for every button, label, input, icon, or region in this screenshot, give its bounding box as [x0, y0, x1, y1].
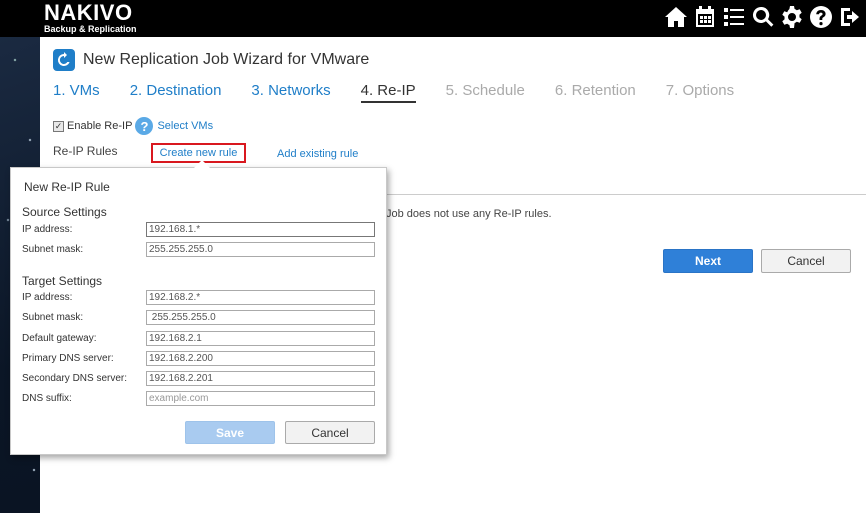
dns-suffix-label: DNS suffix: — [22, 393, 72, 404]
primary-dns-label: Primary DNS server: — [22, 353, 114, 364]
step-vms[interactable]: 1. VMs — [53, 82, 100, 103]
default-gateway-label: Default gateway: — [22, 333, 97, 344]
step-re-ip[interactable]: 4. Re-IP — [360, 82, 416, 103]
top-bar: NAKIVO Backup & Replication — [0, 0, 866, 37]
source-subnet-label: Subnet mask: — [22, 244, 84, 255]
step-schedule: 5. Schedule — [445, 82, 525, 99]
save-button[interactable]: Save — [185, 421, 275, 444]
calendar-icon[interactable] — [692, 4, 717, 30]
reip-rules-label: Re-IP Rules — [53, 144, 118, 158]
enable-reip-checkbox[interactable]: ✓ — [53, 120, 64, 132]
home-icon[interactable] — [663, 4, 688, 30]
cancel-button[interactable]: Cancel — [761, 249, 851, 273]
dialog-cancel-button[interactable]: Cancel — [285, 421, 375, 444]
target-ip-input[interactable] — [146, 290, 375, 305]
source-ip-label: IP address: — [22, 224, 73, 235]
enable-reip-row: ✓ Enable Re-IP ? Select VMs — [53, 117, 213, 135]
popup-pointer — [194, 160, 210, 168]
logo-tagline: Backup & Replication — [44, 24, 137, 34]
enable-reip-label[interactable]: Enable Re-IP — [67, 120, 132, 132]
step-options: 7. Options — [665, 82, 735, 99]
step-retention: 6. Retention — [554, 82, 636, 99]
help-icon[interactable]: ? — [135, 117, 154, 135]
secondary-dns-label: Secondary DNS server: — [22, 373, 128, 384]
secondary-dns-input[interactable] — [146, 371, 375, 386]
wizard-steps: 1. VMs 2. Destination 3. Networks 4. Re-… — [53, 82, 734, 103]
next-button[interactable]: Next — [663, 249, 753, 273]
step-destination[interactable]: 2. Destination — [130, 82, 222, 103]
dns-suffix-input[interactable] — [146, 391, 375, 406]
page-title: New Replication Job Wizard for VMware — [83, 51, 370, 68]
new-reip-rule-dialog: New Re-IP Rule Source Settings IP addres… — [10, 160, 387, 455]
list-icon[interactable] — [721, 4, 746, 30]
target-ip-label: IP address: — [22, 292, 73, 303]
logout-icon[interactable] — [837, 4, 862, 30]
divider — [386, 194, 866, 195]
logo-name: NAKIVO — [44, 0, 133, 25]
primary-dns-input[interactable] — [146, 351, 375, 366]
wizard-header: New Replication Job Wizard for VMware — [53, 49, 369, 71]
select-vms-link[interactable]: Select VMs — [157, 120, 213, 132]
empty-rules-note: Job does not use any Re-IP rules. — [386, 208, 552, 220]
source-ip-input[interactable] — [146, 222, 375, 237]
target-subnet-label: Subnet mask: — [22, 312, 84, 323]
nakivo-logo[interactable]: NAKIVO Backup & Replication — [44, 0, 137, 35]
dialog-title: New Re-IP Rule — [24, 180, 110, 194]
default-gateway-input[interactable] — [146, 331, 375, 346]
top-toolbar — [663, 4, 862, 30]
search-icon[interactable] — [750, 4, 775, 30]
target-subnet-input[interactable] — [146, 310, 375, 325]
gear-icon[interactable] — [779, 4, 804, 30]
step-networks[interactable]: 3. Networks — [251, 82, 330, 103]
source-subnet-input[interactable] — [146, 242, 375, 257]
add-existing-rule-link[interactable]: Add existing rule — [277, 148, 358, 160]
help-icon[interactable] — [808, 4, 833, 30]
replication-icon — [53, 49, 75, 71]
source-settings-heading: Source Settings — [22, 205, 107, 219]
target-settings-heading: Target Settings — [22, 274, 103, 288]
